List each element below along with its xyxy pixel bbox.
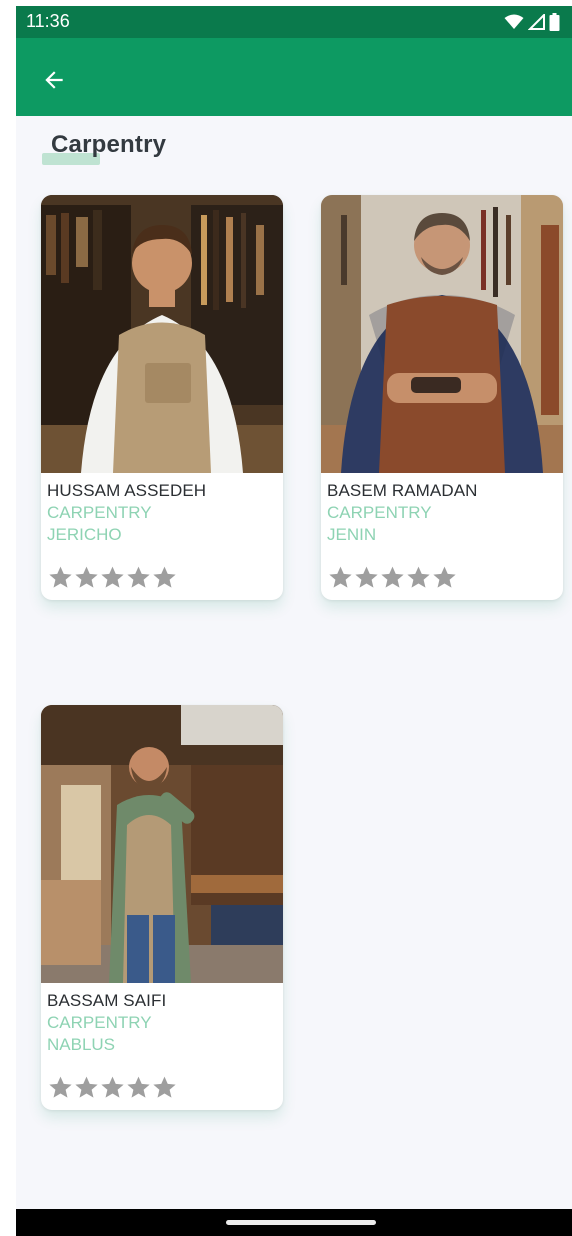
star-icon [381,566,404,588]
star-rating [48,1075,177,1100]
worker-photo [321,195,563,473]
worker-card[interactable]: BASEM RAMADAN CARPENTRY JENIN [321,195,563,600]
star-icon [49,566,72,588]
worker-name: BASEM RAMADAN [327,481,478,500]
star-icon [153,566,176,588]
worker-photo [41,705,283,983]
worker-name: BASSAM SAIFI [47,991,167,1010]
worker-city: NABLUS [47,1035,116,1054]
star-icon [153,1076,176,1098]
worker-category: CARPENTRY [47,503,152,522]
app-bar [16,38,572,116]
star-icon [433,566,456,588]
star-icon [329,566,352,588]
back-button[interactable] [34,60,74,100]
worker-city: JENIN [327,525,377,544]
page-title: Carpentry [51,131,167,158]
star-icon [49,1076,72,1098]
worker-card[interactable]: BASSAM SAIFI CARPENTRY NABLUS [41,705,283,1110]
star-icon [101,1076,124,1098]
status-icons [504,13,560,31]
worker-card[interactable]: HUSSAM ASSEDEH CARPENTRY JERICHO [41,195,283,600]
worker-photo [41,195,283,473]
star-icon [127,566,150,588]
star-icon [75,566,98,588]
battery-icon [549,13,560,31]
star-icon [101,566,124,588]
system-navigation-bar [16,1209,572,1236]
star-icon [407,566,430,588]
worker-category: CARPENTRY [47,1013,152,1032]
app-screen: 11:36 Carpentry HUSSAM ASSEDEH CARPENTRY… [16,6,572,1236]
worker-name: HUSSAM ASSEDEH [47,481,207,500]
star-icon [75,1076,98,1098]
worker-category: CARPENTRY [327,503,432,522]
status-bar: 11:36 [16,6,572,38]
worker-city: JERICHO [47,525,122,544]
section-header: Carpentry [42,131,166,167]
arrow-back-icon [45,71,63,89]
star-icon [355,566,378,588]
star-rating [328,565,457,590]
home-indicator[interactable] [226,1220,376,1225]
star-rating [48,565,177,590]
cell-signal-icon [528,14,545,30]
star-icon [127,1076,150,1098]
wifi-icon [504,14,524,29]
status-time: 11:36 [26,11,70,31]
